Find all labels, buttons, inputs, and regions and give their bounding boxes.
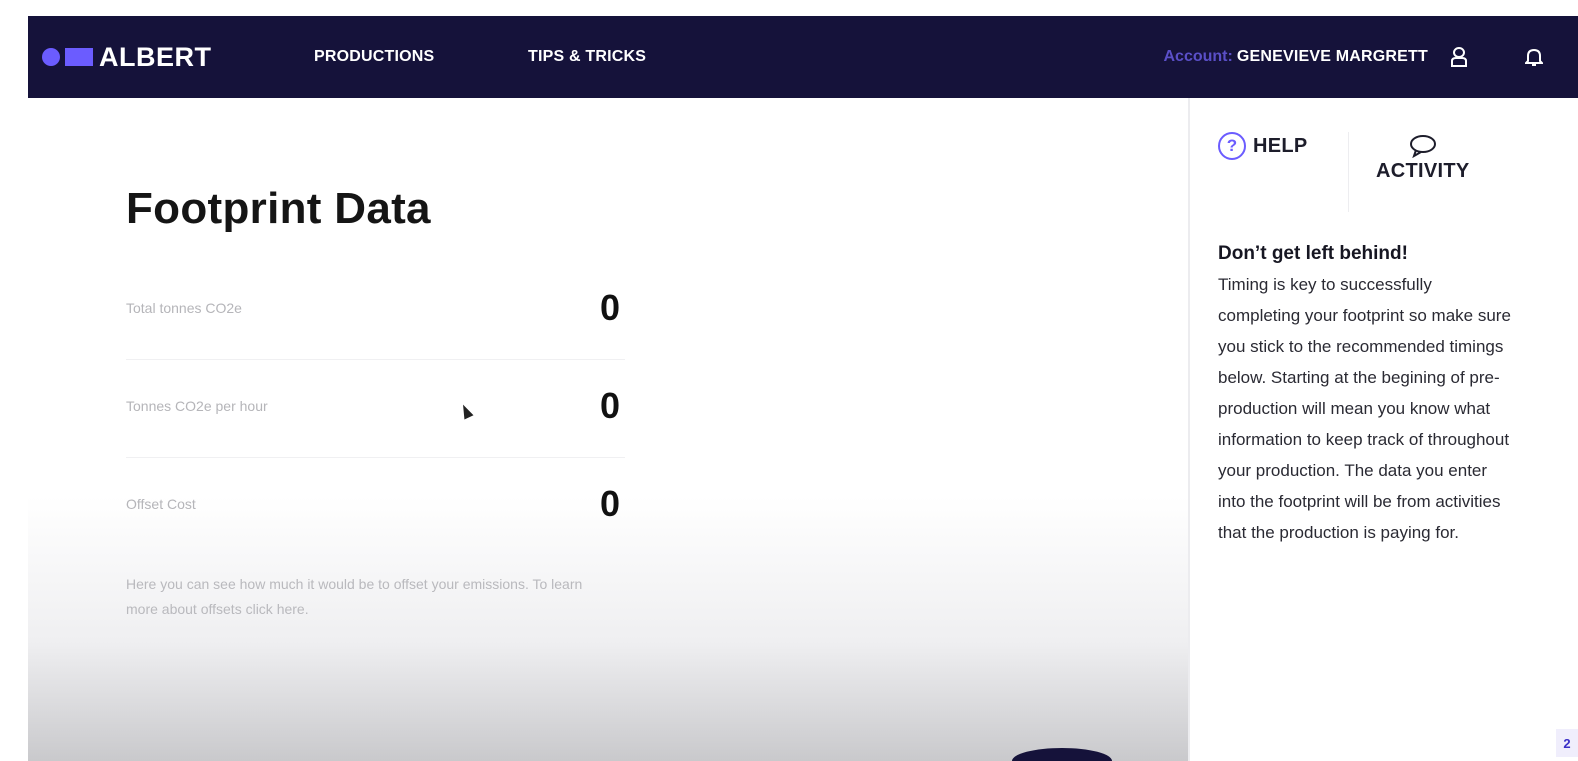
logo-dot-icon [42, 48, 60, 66]
tab-help[interactable]: ? HELP [1218, 132, 1308, 160]
tab-activity[interactable]: ACTIVITY [1376, 134, 1470, 183]
help-icon: ? [1218, 132, 1246, 160]
main-content: Footprint Data Total tonnes CO2e 0 Tonne… [28, 98, 1188, 761]
chat-bubble-icon [1409, 135, 1436, 158]
tab-activity-label: ACTIVITY [1376, 160, 1470, 182]
side-panel: ? HELP ACTIVITY Don’t get left behind! T… [1188, 98, 1578, 761]
help-content: Don’t get left behind! Timing is key to … [1218, 238, 1518, 548]
bell-icon[interactable] [1520, 43, 1548, 71]
stat-row-total-tonnes: Total tonnes CO2e 0 [126, 278, 625, 360]
tab-help-label: HELP [1253, 134, 1308, 157]
stat-label: Offset Cost [126, 496, 196, 512]
logo-block-icon [65, 48, 93, 66]
top-navbar: ALBERT PRODUCTIONS TIPS & TRICKS Account… [28, 16, 1578, 98]
account-name: GENEVIEVE MARGRETT [1236, 48, 1428, 65]
side-panel-tabs: ? HELP ACTIVITY [1190, 98, 1578, 212]
help-body: Timing is key to successfully completing… [1218, 275, 1511, 542]
offset-note[interactable]: Here you can see how much it would be to… [126, 572, 596, 622]
stat-label: Tonnes CO2e per hour [126, 398, 268, 414]
nav-link-productions[interactable]: PRODUCTIONS [314, 48, 434, 66]
stat-row-offset-cost: Offset Cost 0 [126, 474, 620, 534]
stat-value: 0 [599, 287, 620, 328]
brand-name: ALBERT [99, 41, 212, 72]
user-icon[interactable] [1445, 43, 1473, 71]
stat-value: 0 [599, 483, 620, 524]
stat-row-tonnes-per-hour: Tonnes CO2e per hour 0 [126, 376, 625, 458]
account-label: Account: [1163, 48, 1233, 65]
tab-divider [1348, 132, 1349, 212]
brand-logo[interactable]: ALBERT [42, 42, 212, 73]
stat-value: 0 [599, 385, 620, 426]
corner-badge[interactable]: 2 [1556, 729, 1578, 757]
account-info[interactable]: Account: GENEVIEVE MARGRETT [1163, 48, 1428, 66]
nav-link-tips-tricks[interactable]: TIPS & TRICKS [528, 48, 646, 66]
page-title: Footprint Data [126, 184, 431, 233]
stat-label: Total tonnes CO2e [126, 300, 242, 316]
help-heading: Don’t get left behind! [1218, 243, 1408, 264]
